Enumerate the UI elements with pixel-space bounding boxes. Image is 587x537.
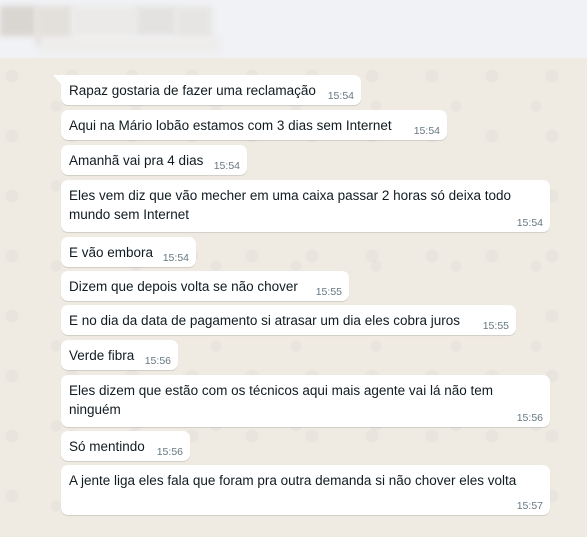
message-list[interactable]: Rapaz gostaria de fazer uma reclamação 1…: [0, 58, 587, 537]
message-timestamp: 15:57: [516, 500, 543, 512]
message-bubble[interactable]: Rapaz gostaria de fazer uma reclamação 1…: [53, 75, 361, 105]
message-bubble[interactable]: Só mentindo 15:56: [61, 431, 190, 461]
message-bubble[interactable]: Dizem que depois volta se não chover 15:…: [61, 271, 349, 301]
blurred-contact-name: [40, 36, 220, 54]
message-timestamp: 15:54: [516, 217, 543, 229]
chat-header: [0, 0, 587, 59]
message-text: E vão embora: [69, 245, 154, 260]
message-bubble[interactable]: Aqui na Mário lobão estamos com 3 dias s…: [61, 110, 447, 140]
message-timestamp: 15:55: [315, 286, 342, 298]
message-bubble[interactable]: E no dia da data de pagamento si atrasar…: [61, 305, 516, 335]
bubble-tail: [53, 75, 61, 84]
message-bubble[interactable]: Eles dizem que estão com os técnicos aqu…: [61, 375, 550, 427]
message-bubble[interactable]: A jente liga eles fala que foram pra out…: [61, 465, 550, 515]
message-timestamp: 15:54: [162, 252, 189, 264]
message-text: Verde fibra: [69, 348, 135, 363]
blurred-avatar: [0, 6, 36, 36]
message-timestamp: 15:54: [413, 125, 440, 137]
message-text: E no dia da data de pagamento si atrasar…: [69, 313, 460, 328]
message-text: Rapaz gostaria de fazer uma reclamação: [69, 83, 316, 98]
message-timestamp: 15:54: [213, 160, 240, 172]
message-bubble[interactable]: Amanhã vai pra 4 dias 15:54: [61, 145, 247, 175]
message-timestamp: 15:56: [144, 355, 171, 367]
message-timestamp: 15:56: [516, 412, 543, 424]
message-bubble[interactable]: Verde fibra 15:56: [61, 340, 178, 370]
blurred-header-block: [176, 6, 212, 40]
message-text: A jente liga eles fala que foram pra out…: [69, 473, 517, 488]
message-text: Eles vem diz que vão mecher em uma caixa…: [69, 188, 511, 222]
message-bubble[interactable]: Eles vem diz que vão mecher em uma caixa…: [61, 180, 550, 232]
message-timestamp: 15:55: [482, 320, 509, 332]
message-text: Só mentindo: [69, 439, 145, 454]
blurred-header-block: [136, 6, 176, 36]
message-text: Dizem que depois volta se não chover: [69, 279, 298, 294]
message-text: Aqui na Mário lobão estamos com 3 dias s…: [69, 118, 392, 133]
message-timestamp: 15:54: [327, 90, 354, 102]
message-bubble[interactable]: E vão embora 15:54: [61, 237, 196, 267]
message-text: Eles dizem que estão com os técnicos aqu…: [69, 383, 493, 417]
message-timestamp: 15:56: [156, 446, 183, 458]
message-text: Amanhã vai pra 4 dias: [69, 153, 204, 168]
blurred-header-block: [72, 6, 136, 36]
